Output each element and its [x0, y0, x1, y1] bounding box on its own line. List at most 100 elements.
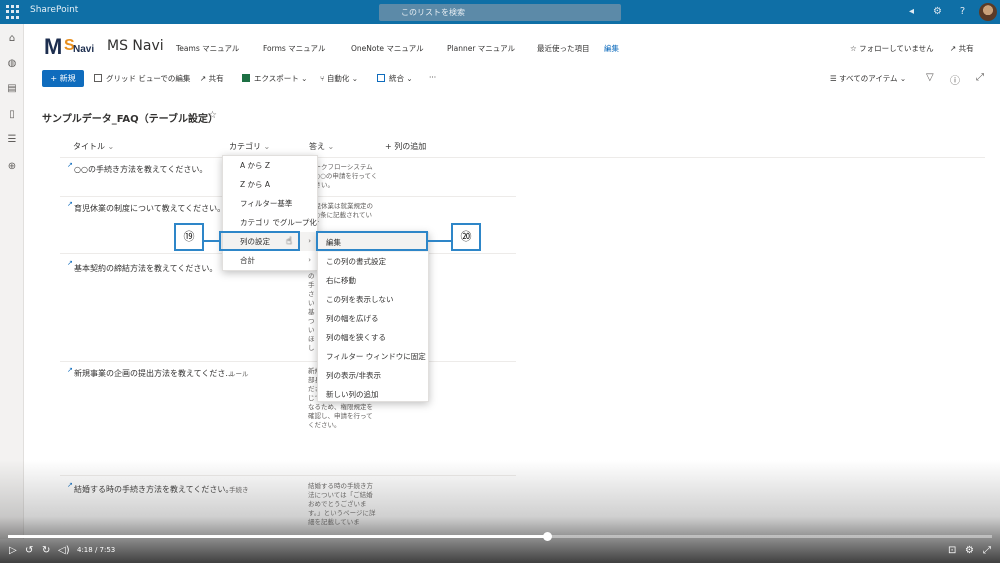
info-icon[interactable]: ⓘ	[950, 72, 960, 87]
captions-icon[interactable]: ⊡	[948, 545, 956, 556]
menu-hide-column[interactable]: この列を表示しない	[318, 290, 428, 309]
share-button[interactable]: ↗ 共有	[950, 43, 974, 54]
nav-edit-link[interactable]: 編集	[604, 43, 619, 54]
table-row[interactable]: ↗ 結婚する時の手続き方法を教えてください。 手続き 結婚する時の手続き方法につ…	[60, 476, 516, 536]
row-title[interactable]: 結婚する時の手続き方法を教えてください。	[74, 484, 233, 495]
new-item-icon: ↗	[67, 200, 73, 208]
row-title[interactable]: 新規事業の企画の提出方法を教えてくださ...	[74, 368, 233, 379]
nav-onenote-manual[interactable]: OneNote マニュアル	[351, 43, 424, 54]
megaphone-icon[interactable]: ◂	[906, 6, 917, 17]
menu-add-new-column[interactable]: 新しい列の追加	[318, 385, 428, 404]
menu-pin-filter[interactable]: フィルター ウィンドウに固定	[318, 347, 428, 366]
video-timecode: 4:18 / 7:53	[77, 546, 116, 554]
row-category: 手続き	[229, 486, 249, 494]
automate-button[interactable]: ⑂ 自動化 ⌄	[320, 73, 358, 84]
integrate-button[interactable]: 統合 ⌄	[377, 73, 413, 84]
menu-sort-desc[interactable]: Z から A	[223, 175, 317, 194]
chevron-right-icon: ›	[308, 237, 311, 245]
fullscreen-icon[interactable]: ⤢	[983, 545, 991, 556]
site-title[interactable]: MS Navi	[107, 38, 164, 54]
menu-show-hide-columns[interactable]: 列の表示/非表示	[318, 366, 428, 385]
grid-edit-button[interactable]: グリッド ビューでの編集	[94, 73, 190, 84]
create-icon[interactable]: ⊕	[6, 161, 18, 173]
export-button[interactable]: エクスポート ⌄	[242, 73, 307, 84]
new-item-icon: ↗	[67, 259, 73, 267]
new-item-icon: ↗	[67, 161, 73, 169]
col-answer-label: 答え	[309, 142, 325, 151]
play-icon[interactable]: ▷	[9, 545, 17, 556]
new-item-icon: ↗	[67, 481, 73, 489]
callout-number-20: ⑳	[451, 223, 481, 251]
callout-number-19: ⑲	[174, 223, 204, 251]
view-label: すべてのアイテム	[839, 74, 898, 83]
menu-filter-by[interactable]: フィルター基準	[223, 194, 317, 213]
integrate-label: 統合	[389, 74, 404, 83]
list-title: サンプルデータ_FAQ（テーブル設定）	[42, 114, 219, 125]
col-category-label: カテゴリ	[229, 142, 261, 151]
flow-icon: ⑂	[320, 74, 327, 83]
help-icon[interactable]: ?	[957, 6, 968, 17]
nav-teams-manual[interactable]: Teams マニュアル	[176, 43, 239, 54]
menu-format-column[interactable]: この列の書式設定	[318, 252, 428, 271]
more-button[interactable]: ···	[429, 73, 436, 82]
new-item-icon: ↗	[67, 366, 73, 374]
row-answer: 結婚する時の手続き方法については「ご結婚おめでとうございます。」というページに詳…	[308, 482, 376, 526]
video-progress-bar[interactable]	[8, 532, 992, 541]
menu-group-by[interactable]: カテゴリ でグループ化	[223, 213, 317, 232]
integrate-icon	[377, 74, 385, 82]
nav-forms-manual[interactable]: Forms マニュアル	[263, 43, 325, 54]
home-icon[interactable]: ⌂	[6, 33, 18, 45]
row-answer: ワークフローシステムで○○の申請を行ってください。	[308, 163, 378, 189]
video-scrub-handle[interactable]	[543, 532, 553, 541]
export-label: エクスポート	[254, 74, 299, 83]
lists-icon[interactable]: ☰	[6, 134, 18, 146]
table-row[interactable]: ↗ 新規事業の企画の提出方法を教えてくださ... ルール 新規の手きい・事し、部…	[60, 362, 516, 476]
filter-icon[interactable]: ▽	[926, 72, 934, 83]
search-input[interactable]: このリストを検索	[379, 4, 621, 21]
follow-button[interactable]: ☆ フォローしていません	[850, 43, 934, 54]
sharepoint-brand[interactable]: SharePoint	[30, 5, 78, 15]
share-list-button[interactable]: ↗ 共有	[200, 73, 224, 84]
nav-planner-manual[interactable]: Planner マニュアル	[447, 43, 515, 54]
row-title[interactable]: 育児休業の制度について教えてください。	[74, 203, 225, 214]
gear-icon[interactable]: ⚙	[932, 6, 943, 17]
excel-icon	[242, 74, 250, 82]
menu-totals[interactable]: 合計 ›	[223, 251, 317, 270]
menu-widen-column[interactable]: 列の幅を広げる	[318, 309, 428, 328]
menu-narrow-column[interactable]: 列の幅を狭くする	[318, 328, 428, 347]
view-selector[interactable]: ☰ すべてのアイテム ⌄	[830, 73, 906, 84]
grid-icon	[94, 74, 102, 82]
menu-move-right[interactable]: 右に移動	[318, 271, 428, 290]
news-icon[interactable]: ▤	[6, 83, 18, 95]
site-header: M S Navi MS Navi Teams マニュアル Forms マニュアル…	[24, 24, 1000, 68]
column-header-answer[interactable]: 答え ⌄	[309, 141, 334, 152]
row-answer: 育児休業は就業規定の第○条に記載されています	[308, 202, 373, 222]
file-icon[interactable]: ▯	[6, 109, 18, 121]
row-title[interactable]: ○○の手続き方法を教えてください。	[74, 164, 207, 175]
chevron-right-icon: ›	[308, 256, 311, 264]
app-launcher-icon[interactable]	[6, 5, 20, 19]
logo-letter-m: M	[44, 34, 63, 59]
volume-icon[interactable]: ◁)	[58, 545, 70, 556]
share-icon: ↗	[200, 74, 209, 83]
callout-connector-19	[204, 240, 219, 242]
left-app-rail: ⌂ ◍ ▤ ▯ ☰ ⊕	[0, 24, 24, 539]
column-header-category[interactable]: カテゴリ ⌄	[229, 141, 270, 152]
new-item-button[interactable]: + 新規	[42, 70, 84, 87]
add-column-button[interactable]: + 列の追加	[385, 141, 426, 152]
expand-icon[interactable]: ⤢	[976, 72, 984, 83]
menu-sort-asc[interactable]: A から Z	[223, 156, 317, 175]
avatar[interactable]	[979, 3, 997, 21]
row-title[interactable]: 基本契約の締結方法を教えてください。	[74, 263, 217, 274]
forward-10-icon[interactable]: ↻	[42, 545, 50, 556]
col-title-label: タイトル	[73, 142, 105, 151]
nav-recent[interactable]: 最近使った項目	[537, 43, 590, 54]
site-logo[interactable]: M S Navi	[44, 34, 96, 60]
column-header-title[interactable]: タイトル ⌄	[73, 141, 114, 152]
globe-icon[interactable]: ◍	[6, 58, 18, 70]
rewind-10-icon[interactable]: ↺	[25, 545, 33, 556]
hand-cursor-icon: ☝	[286, 236, 293, 247]
favorite-star-icon[interactable]: ☆	[208, 110, 217, 121]
settings-gear-icon[interactable]: ⚙	[965, 545, 974, 556]
video-progress-fill	[8, 535, 548, 538]
